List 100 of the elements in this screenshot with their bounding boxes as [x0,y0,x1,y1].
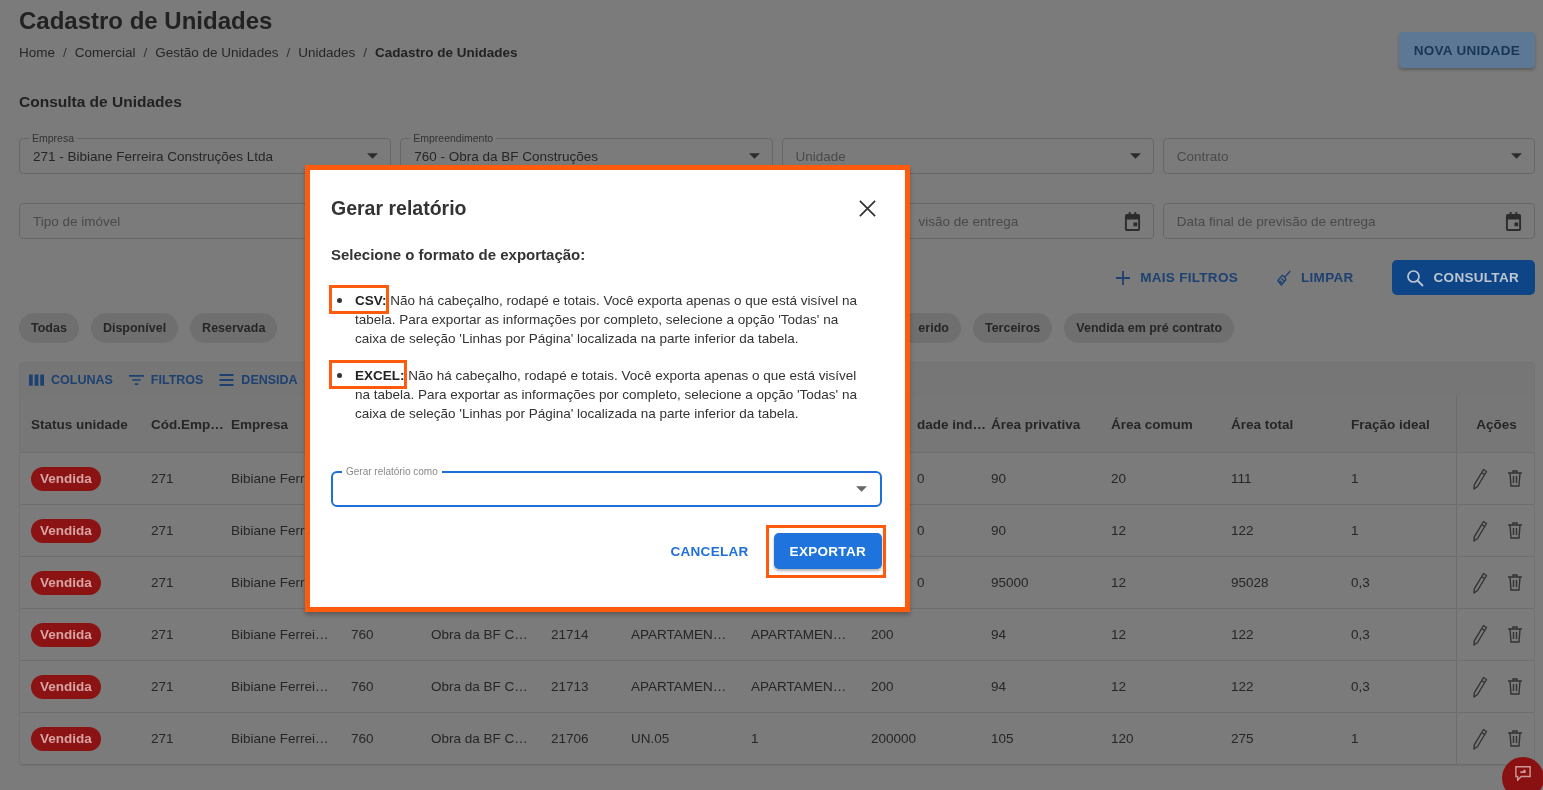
trash-icon [1507,470,1522,487]
table-cell: Bibiane Ferrei… [231,627,329,642]
columns-button[interactable]: COLUNAS [29,372,113,387]
column-header[interactable]: Cód.Emp… [151,396,231,452]
table-cell: 760 [351,679,374,694]
page-title: Cadastro de Unidades [19,6,274,36]
table-cell: 12 [1111,523,1127,538]
status-badge: Vendida [31,674,101,699]
pencil-icon [1471,571,1488,594]
delete-button[interactable] [1507,626,1522,643]
trash-icon [1507,730,1522,747]
table-cell: 111 [1231,471,1252,486]
table-cell: APARTAMEN… [631,627,727,642]
edit-button[interactable] [1471,571,1488,594]
caret-icon [1511,153,1522,159]
close-icon [858,198,877,218]
status-chip[interactable]: Reservada [190,313,278,343]
edit-button[interactable] [1471,727,1488,750]
filter-icon [128,373,144,386]
table-cell: 271 [151,575,174,590]
delete-button[interactable] [1507,470,1522,487]
table-cell: 90 [991,523,1007,538]
table-cell: UN.05 [631,731,670,746]
trash-icon [1507,678,1522,695]
table-cell: 122 [1231,523,1254,538]
table-cell: 0 [917,523,925,538]
close-button[interactable] [858,198,877,218]
table-cell: 21706 [551,731,589,746]
table-cell: 95028 [1231,575,1269,590]
table-cell: 200000 [871,731,917,746]
table-cell: 271 [151,523,174,538]
feedback-button[interactable] [1502,757,1543,790]
table-cell: 1 [1351,471,1359,486]
table-cell: 94 [991,627,1007,642]
edit-button[interactable] [1471,623,1488,646]
more-filters-button[interactable]: MAIS FILTROS [1115,269,1238,286]
breadcrumb-link[interactable]: Unidades [298,42,356,64]
table-cell: Bibiane Ferrei… [231,679,329,694]
status-chip[interactable]: Todas [19,313,79,343]
table-cell: Bibiane Ferr [231,575,305,590]
plus-icon [1115,269,1132,286]
caret-icon [367,153,379,159]
column-header[interactable]: Área privativa [991,396,1111,452]
dialog-subtitle: Selecione o formato de exportação: [331,245,587,265]
breadcrumb-link[interactable]: Home [19,42,55,64]
table-cell: 12 [1111,627,1127,642]
trash-icon [1507,574,1522,591]
caret-icon [748,153,760,159]
column-header[interactable]: Ações [1456,396,1536,452]
table-cell: 21714 [551,627,589,642]
delete-button[interactable] [1507,678,1522,695]
table-cell: 1 [1351,523,1359,538]
columns-icon [29,373,44,386]
breadcrumb-link[interactable]: Gestão de Unidades [155,42,279,64]
edit-button[interactable] [1471,467,1488,490]
edit-button[interactable] [1471,519,1488,542]
pencil-icon [1471,727,1488,750]
cancel-button[interactable]: CANCELAR [662,533,757,570]
table-cell: 12 [1111,679,1127,694]
column-header[interactable]: Área total [1231,396,1351,452]
breadcrumb-separator: / [63,44,67,62]
clear-button[interactable]: LIMPAR [1276,269,1354,286]
status-badge: Vendida [31,622,101,647]
table-cell: Bibiane Ferr [231,471,305,486]
status-chip[interactable]: Terceiros [972,313,1053,343]
table-cell: 271 [151,731,174,746]
feedback-icon [1514,765,1532,781]
pencil-icon [1471,623,1488,646]
breadcrumb-separator: / [143,44,148,62]
density-button[interactable]: DENSIDA [219,372,298,387]
export-button[interactable]: EXPORTAR [773,533,882,569]
table-cell: 94 [991,679,1007,694]
table-cell: 105 [991,731,1014,746]
delete-button[interactable] [1507,522,1522,539]
caret-icon [1129,153,1141,159]
table-cell: APARTAMEN… [751,627,847,642]
format-description: EXCEL: Não há cabeçalho, rodapé e totais. Você exporta apenas o que está visível na tabela. Para exportar as informações por completo, selecione a opção 'Todas' na caixa de seleção 'Linhas por Página' localizada na parte inferior da tabela. [355,367,858,423]
delete-button[interactable] [1507,730,1522,747]
search-icon [1405,268,1424,287]
status-badge: Vendida [31,570,101,595]
filters-button[interactable]: FILTROS [128,372,204,387]
table-cell: 120 [1111,731,1134,746]
breadcrumb-link[interactable]: Comercial [74,42,136,64]
table-cell: 0,3 [1351,679,1370,694]
caret-icon [856,486,867,492]
table-cell: 271 [151,627,174,642]
column-header[interactable]: Área comum [1111,396,1231,452]
column-header[interactable]: Status unidade [20,396,151,452]
status-chip[interactable]: Disponível [90,313,179,343]
search-button[interactable]: CONSULTAR [1391,260,1535,295]
density-icon [219,373,235,386]
column-header[interactable]: Fração ideal [1351,396,1456,452]
new-unit-button[interactable]: NOVA UNIDADE [1398,32,1535,68]
table-cell: 0 [917,471,925,486]
delete-button[interactable] [1507,574,1522,591]
broom-icon [1276,269,1292,286]
edit-button[interactable] [1471,675,1488,698]
trash-icon [1507,522,1522,539]
table-cell: 122 [1231,627,1254,642]
status-chip[interactable]: Vendida em pré contrato [1064,313,1235,343]
